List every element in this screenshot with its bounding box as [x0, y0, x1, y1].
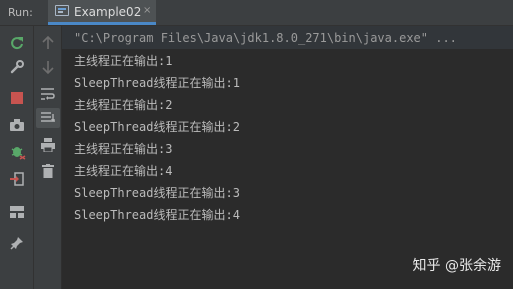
trash-icon[interactable]	[42, 164, 54, 178]
console-line: 主线程正在输出:1	[74, 54, 173, 68]
stop-icon[interactable]	[11, 92, 23, 104]
watermark: 知乎 @张余游	[412, 258, 501, 274]
print-icon[interactable]	[41, 138, 55, 152]
console-window-icon	[55, 5, 69, 16]
console-line: SleepThread线程正在输出:1	[74, 76, 240, 90]
arrow-up-icon[interactable]	[42, 36, 54, 50]
run-actions-toolbar	[0, 26, 34, 289]
console-line: 主线程正在输出:2	[74, 98, 173, 112]
run-label: Run:	[8, 6, 33, 19]
console-command-line: "C:\Program Files\Java\jdk1.8.0_271\bin\…	[74, 31, 457, 45]
pin-icon[interactable]	[10, 236, 24, 250]
console-line: SleepThread线程正在输出:4	[74, 208, 240, 222]
run-toolbar: Run: Example02 ×	[0, 0, 513, 26]
layout-icon[interactable]	[10, 206, 24, 218]
tab-label: Example02	[74, 5, 142, 19]
scroll-to-end-icon	[41, 112, 55, 122]
arrow-down-icon[interactable]	[42, 60, 54, 74]
rerun-icon[interactable]	[10, 36, 24, 50]
debug-bug-icon[interactable]	[10, 144, 26, 160]
console-actions-toolbar	[34, 26, 62, 289]
console-output[interactable]: "C:\Program Files\Java\jdk1.8.0_271\bin\…	[62, 26, 513, 289]
close-icon[interactable]: ×	[143, 5, 151, 17]
console-line: 主线程正在输出:4	[74, 164, 173, 178]
console-line: SleepThread线程正在输出:3	[74, 186, 240, 200]
console-line: SleepThread线程正在输出:2	[74, 120, 240, 134]
scroll-to-end-toggle[interactable]	[36, 108, 60, 128]
wrench-icon[interactable]	[10, 60, 24, 74]
soft-wrap-icon[interactable]	[41, 88, 55, 100]
tab-example02[interactable]: Example02 ×	[48, 0, 156, 25]
console-line: 主线程正在输出:3	[74, 142, 173, 156]
camera-icon[interactable]	[10, 119, 24, 131]
login-icon[interactable]	[10, 172, 24, 186]
